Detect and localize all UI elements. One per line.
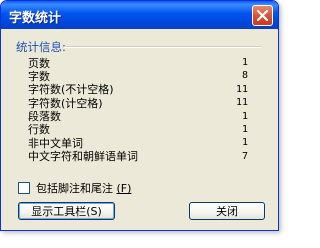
dialog-body: 统计信息: 页数 1 字数 8 字符数(不计空格) 11 字符数(计空格) 11… bbox=[4, 29, 275, 227]
stat-value: 11 bbox=[235, 97, 248, 109]
include-footnotes-checkbox[interactable] bbox=[18, 182, 30, 194]
stat-value: 8 bbox=[241, 70, 248, 82]
window-title: 字数统计 bbox=[9, 11, 62, 26]
section-divider bbox=[64, 46, 261, 48]
stat-value: 1 bbox=[241, 57, 248, 68]
title-bar[interactable]: 字数统计 bbox=[1, 1, 278, 29]
show-toolbar-button[interactable]: 显示工具栏(S) bbox=[18, 202, 115, 220]
stat-label: 中文字符和朝鲜语单词 bbox=[28, 150, 138, 164]
close-button[interactable]: 关闭 bbox=[189, 202, 265, 220]
stat-value: 1 bbox=[241, 123, 248, 135]
stat-value: 7 bbox=[241, 150, 248, 162]
close-window-button[interactable] bbox=[252, 5, 273, 26]
include-footnotes-label[interactable]: 包括脚注和尾注 (F) bbox=[36, 180, 131, 196]
stat-value: 11 bbox=[235, 83, 248, 95]
stat-row-paragraphs: 段落数 1 bbox=[28, 110, 248, 123]
statistics-list: 页数 1 字数 8 字符数(不计空格) 11 字符数(计空格) 11 段落数 1… bbox=[28, 56, 248, 164]
stat-value: 1 bbox=[241, 110, 248, 122]
include-footnotes-option[interactable]: 包括脚注和尾注 (F) bbox=[18, 180, 131, 196]
stat-row-pages: 页数 1 bbox=[28, 56, 248, 70]
close-icon bbox=[253, 6, 272, 25]
stat-row-cjk-chars: 中文字符和朝鲜语单词 7 bbox=[28, 150, 248, 163]
stat-row-chars-with-spaces: 字符数(计空格) 11 bbox=[28, 96, 248, 110]
statistics-heading: 统计信息: bbox=[16, 40, 66, 54]
stat-value: 1 bbox=[241, 137, 248, 149]
word-count-dialog: 字数统计 统计信息: 页数 1 字数 8 字符数(不计空格) 11 字符数(计空… bbox=[0, 0, 279, 231]
